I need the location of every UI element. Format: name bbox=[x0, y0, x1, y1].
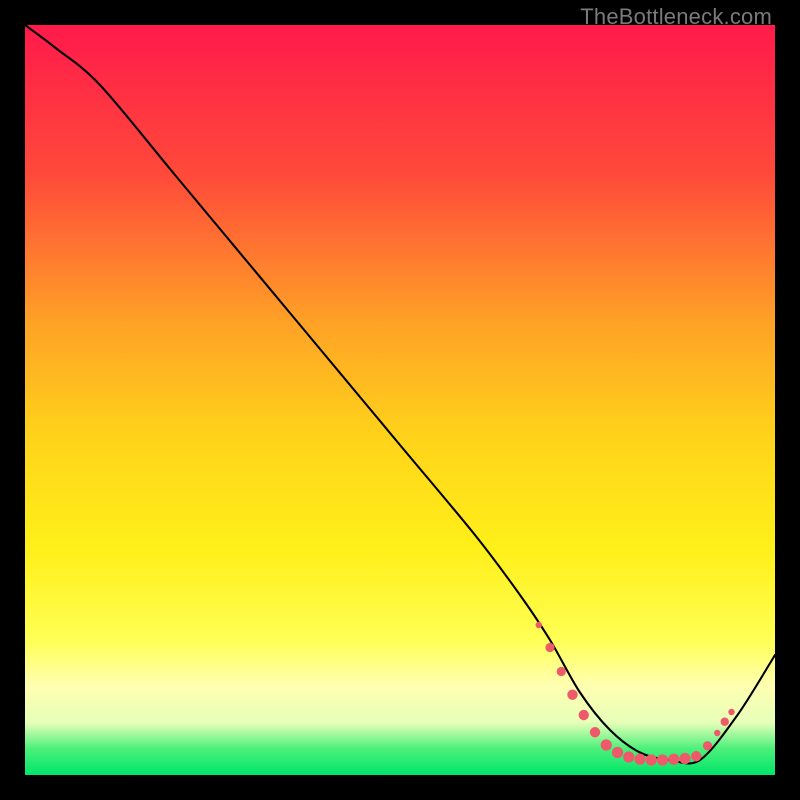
gradient-background bbox=[25, 25, 775, 775]
valley-marker-dot bbox=[657, 754, 668, 765]
bottleneck-chart bbox=[25, 25, 775, 775]
valley-marker-dot bbox=[623, 751, 634, 762]
valley-marker-dot bbox=[557, 667, 566, 676]
valley-marker-dot bbox=[601, 739, 612, 750]
valley-marker-dot bbox=[721, 718, 729, 726]
valley-marker-dot bbox=[703, 741, 712, 750]
valley-marker-dot bbox=[728, 709, 734, 715]
valley-marker-dot bbox=[567, 690, 577, 700]
plot-area bbox=[25, 25, 775, 775]
valley-marker-dot bbox=[679, 753, 690, 764]
valley-marker-dot bbox=[612, 747, 623, 758]
chart-frame: TheBottleneck.com bbox=[0, 0, 800, 800]
valley-marker-dot bbox=[545, 643, 554, 652]
valley-marker-dot bbox=[634, 754, 645, 765]
valley-marker-dot bbox=[536, 622, 542, 628]
valley-marker-dot bbox=[646, 754, 657, 765]
valley-marker-dot bbox=[668, 754, 679, 765]
valley-marker-dot bbox=[590, 727, 600, 737]
valley-marker-dot bbox=[714, 730, 720, 736]
valley-marker-dot bbox=[579, 710, 589, 720]
valley-marker-dot bbox=[691, 751, 701, 761]
